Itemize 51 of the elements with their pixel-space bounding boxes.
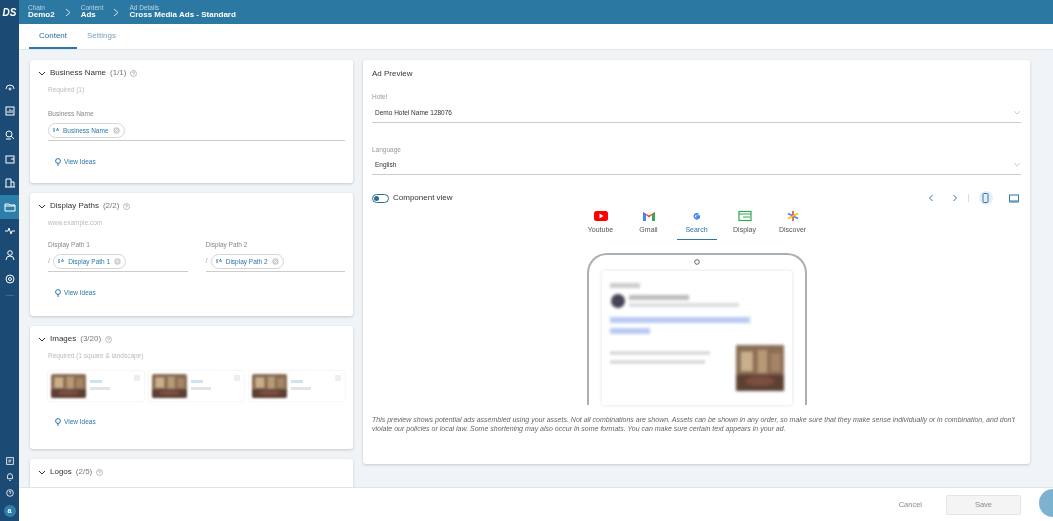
asset-count: (3/20) bbox=[80, 333, 102, 345]
sparkle-icon bbox=[58, 258, 65, 265]
asset-count: (2/2) bbox=[102, 200, 120, 212]
section-title: Display Paths bbox=[50, 200, 99, 212]
breadcrumb-link[interactable]: Ads bbox=[80, 11, 104, 20]
asterisk-icon bbox=[785, 210, 800, 222]
section-title: Images bbox=[50, 333, 77, 345]
user-icon bbox=[3, 249, 16, 261]
chevron-down-icon[interactable] bbox=[38, 202, 46, 210]
tab[interactable]: Content bbox=[29, 24, 78, 49]
sparkle-icon bbox=[215, 258, 222, 265]
lightbulb-icon bbox=[55, 158, 61, 167]
toggle-label: Component view bbox=[393, 192, 453, 204]
chevron-down-icon[interactable] bbox=[38, 468, 46, 476]
section-title: Business Name bbox=[50, 67, 107, 79]
wallet-icon bbox=[3, 153, 16, 165]
asset-count: (1/1) bbox=[110, 67, 127, 79]
folder-icon bbox=[3, 201, 16, 213]
chevron-right-icon bbox=[64, 7, 71, 17]
path-prefix: / bbox=[205, 255, 208, 268]
breadcrumb-link[interactable]: Cross Media Ads - Standard bbox=[129, 11, 236, 20]
gauge-icon bbox=[3, 81, 16, 93]
lightbulb-icon bbox=[55, 289, 61, 298]
chevron-down-icon bbox=[1013, 109, 1021, 116]
chart-icon bbox=[3, 105, 16, 117]
section-title: Logos bbox=[50, 466, 72, 478]
panel-title: Ad Preview bbox=[372, 68, 414, 80]
phone-view-button[interactable] bbox=[979, 191, 993, 205]
breadcrumb-link[interactable]: Demo2 bbox=[28, 11, 55, 20]
toggle-switch[interactable] bbox=[372, 193, 389, 203]
chevron-down-icon[interactable] bbox=[38, 69, 46, 77]
tab[interactable]: Settings bbox=[77, 24, 126, 49]
search-icon bbox=[3, 129, 16, 141]
laptop-view-button[interactable] bbox=[1007, 191, 1021, 205]
envelope-icon bbox=[641, 210, 656, 222]
building-icon bbox=[3, 177, 16, 189]
pulse-icon bbox=[3, 225, 16, 237]
chevron-down-icon[interactable] bbox=[38, 335, 46, 343]
phone-icon bbox=[981, 193, 991, 203]
sparkle-icon bbox=[53, 127, 59, 134]
bell-icon[interactable] bbox=[4, 472, 15, 482]
browser-window-icon bbox=[737, 210, 752, 222]
path-prefix: / bbox=[48, 255, 51, 268]
laptop-icon bbox=[1009, 193, 1019, 203]
lightbulb-icon bbox=[55, 417, 61, 426]
chevron-right-icon bbox=[113, 7, 120, 17]
settings-icon bbox=[3, 273, 16, 285]
video-play-icon bbox=[593, 210, 608, 222]
report-icon[interactable] bbox=[4, 456, 15, 466]
asset-count: (2/5) bbox=[75, 466, 93, 478]
chevron-down-icon bbox=[1013, 162, 1021, 169]
